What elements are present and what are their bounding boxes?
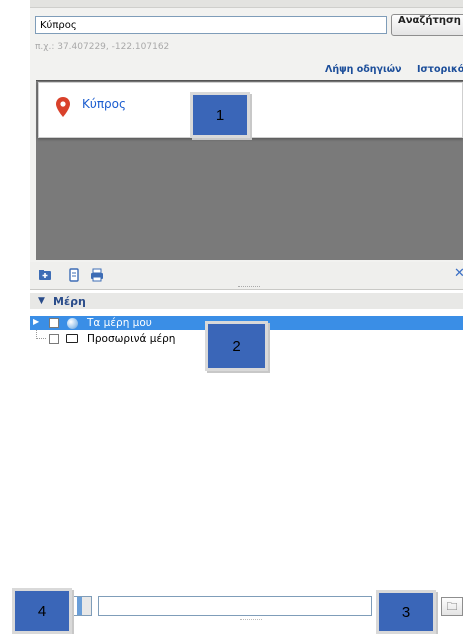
add-to-places-icon[interactable] — [38, 268, 52, 282]
callout-marker-4: 4 — [12, 588, 72, 634]
close-icon[interactable]: ✕ — [454, 266, 463, 281]
callout-marker-2: 2 — [205, 321, 268, 371]
bottom-resize-grip[interactable] — [240, 619, 262, 621]
map-pin-icon — [56, 97, 70, 117]
callout-marker-1: 1 — [190, 92, 250, 138]
print-icon[interactable] — [90, 268, 104, 282]
collapse-arrow-icon[interactable]: ▼ — [38, 296, 45, 306]
get-directions-link[interactable]: Λήψη οδηγιών — [325, 64, 401, 75]
places-title[interactable]: Μέρη — [53, 295, 86, 308]
my-places-label[interactable]: Τα μέρη μου — [87, 317, 152, 329]
places-bottom-field[interactable] — [98, 596, 372, 616]
tree-connector — [36, 330, 46, 339]
my-places-checkbox[interactable] — [49, 318, 59, 328]
places-header[interactable] — [30, 293, 463, 309]
expand-arrow-icon[interactable]: ▶ — [33, 317, 39, 326]
folder-button-icon[interactable]: 🗀 — [441, 597, 463, 616]
search-result-label[interactable]: Κύπρος — [82, 97, 126, 111]
panel-top-strip — [30, 0, 463, 8]
coordinates-hint: π.χ.: 37.407229, -122.107162 — [35, 42, 170, 52]
panel-resize-grip[interactable] — [238, 286, 260, 288]
temporary-places-checkbox[interactable] — [49, 334, 59, 344]
callout-marker-3: 3 — [376, 590, 436, 634]
search-input[interactable] — [35, 16, 387, 34]
folder-icon — [66, 334, 78, 343]
history-link[interactable]: Ιστορικό — [417, 64, 463, 75]
temporary-places-label[interactable]: Προσωρινά μέρη — [87, 333, 175, 345]
globe-icon — [67, 318, 78, 329]
copy-icon[interactable] — [67, 268, 81, 282]
sidebar-toggle-icon[interactable] — [70, 596, 92, 616]
search-button[interactable]: Αναζήτηση — [391, 14, 463, 36]
